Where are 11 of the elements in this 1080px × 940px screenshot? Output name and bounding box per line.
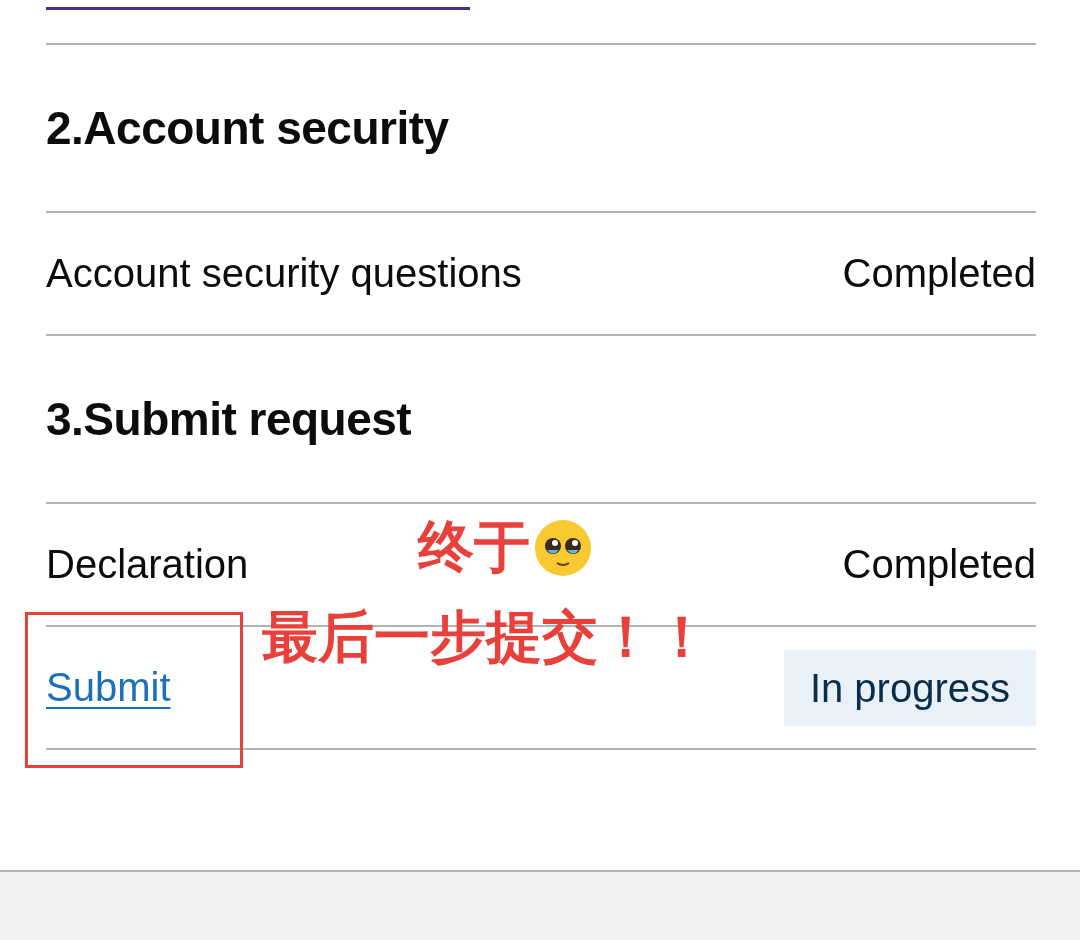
task-label: Declaration [46,542,249,587]
task-status: Completed [842,251,1036,296]
task-status: Completed [842,542,1036,587]
status-tag: In progress [783,649,1036,726]
annotation-text: 最后一步提交！！ [262,603,710,671]
task-label: Account security questions [46,251,522,296]
annotation-text: 终于 [418,513,530,581]
task-link[interactable]: Submit [46,665,171,710]
section-heading: 2.Account security [46,45,1036,213]
section-heading: 3.Submit request [46,336,1036,504]
pleading-face-icon [534,519,592,577]
